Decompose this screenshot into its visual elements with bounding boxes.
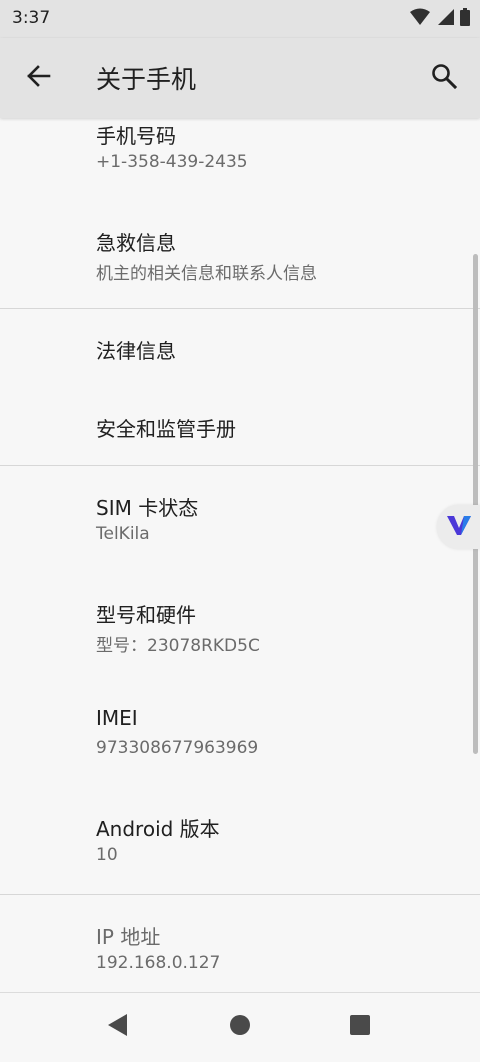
item-summary: 机主的相关信息和联系人信息 [96,264,317,284]
search-button[interactable] [424,58,464,98]
item-title: 型号和硬件 [96,603,196,627]
item-title: 法律信息 [96,339,176,363]
arrow-left-icon [25,63,51,93]
item-title: 安全和监管手册 [96,417,236,441]
list-item-emergency-info[interactable]: 急救信息 机主的相关信息和联系人信息 [0,201,480,308]
item-summary: +1-358-439-2435 [96,152,248,172]
list-item-phone-number[interactable]: 手机号码 +1-358-439-2435 [0,118,480,201]
list-item-android-version[interactable]: Android 版本 10 [0,787,480,894]
list-item-ip-address: IP 地址 192.168.0.127 [0,895,480,992]
item-summary: 型号：23078RKD5C [96,636,260,656]
page-title: 关于手机 [96,65,197,94]
item-title: 急救信息 [96,231,176,255]
item-summary: 10 [96,845,118,865]
status-time: 3:37 [12,8,51,28]
floating-assistant-button[interactable] [437,505,480,549]
item-title: Android 版本 [96,817,220,841]
circle-home-icon [229,1014,251,1040]
wifi-icon [410,8,430,30]
nav-back-button[interactable] [98,1009,138,1045]
nav-home-button[interactable] [220,1009,260,1045]
item-summary: 192.168.0.127 [96,953,221,973]
list-item-model-hardware[interactable]: 型号和硬件 型号：23078RKD5C [0,573,480,680]
back-button[interactable] [18,58,58,98]
scrollbar[interactable] [473,254,478,754]
settings-list-container[interactable]: 手机号码 +1-358-439-2435 急救信息 机主的相关信息和联系人信息 … [0,118,480,992]
status-icons [410,8,470,30]
navigation-bar [0,992,480,1062]
list-item-sim-status[interactable]: SIM 卡状态 TelKila [0,466,480,573]
signal-icon [436,8,454,30]
search-icon [431,63,458,93]
list-item-safety-manual[interactable]: 安全和监管手册 [0,387,480,465]
triangle-back-icon [107,1013,129,1041]
item-summary: TelKila [96,524,150,544]
list-item-legal-info[interactable]: 法律信息 [0,309,480,387]
status-bar: 3:37 [0,0,480,38]
square-recents-icon [349,1014,371,1040]
item-summary: 973308677963969 [96,738,259,758]
app-bar: 关于手机 [0,38,480,118]
settings-list: 手机号码 +1-358-439-2435 急救信息 机主的相关信息和联系人信息 … [0,118,480,992]
item-title: IMEI [96,706,138,730]
v-logo-icon [446,513,472,541]
battery-icon [460,8,470,30]
item-title: IP 地址 [96,925,161,949]
item-title: SIM 卡状态 [96,496,199,520]
item-title: 手机号码 [96,124,176,148]
list-item-imei[interactable]: IMEI 973308677963969 [0,680,480,787]
nav-recents-button[interactable] [340,1009,380,1045]
